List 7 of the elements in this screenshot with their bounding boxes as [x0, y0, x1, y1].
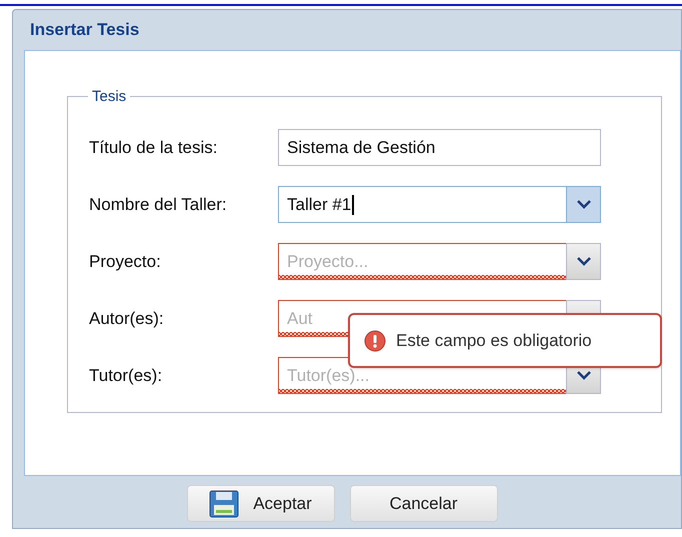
field-label: Tutor(es):: [88, 364, 164, 387]
window-title: Insertar Tesis: [30, 19, 140, 42]
field-label: Título de la tesis:: [88, 136, 219, 159]
tooltip-text: Este campo es obligatorio: [396, 330, 592, 352]
field-label: Nombre del Taller:: [88, 194, 228, 216]
field-label: Autor(es):: [88, 308, 165, 330]
field-label: Proyecto:: [88, 250, 162, 273]
